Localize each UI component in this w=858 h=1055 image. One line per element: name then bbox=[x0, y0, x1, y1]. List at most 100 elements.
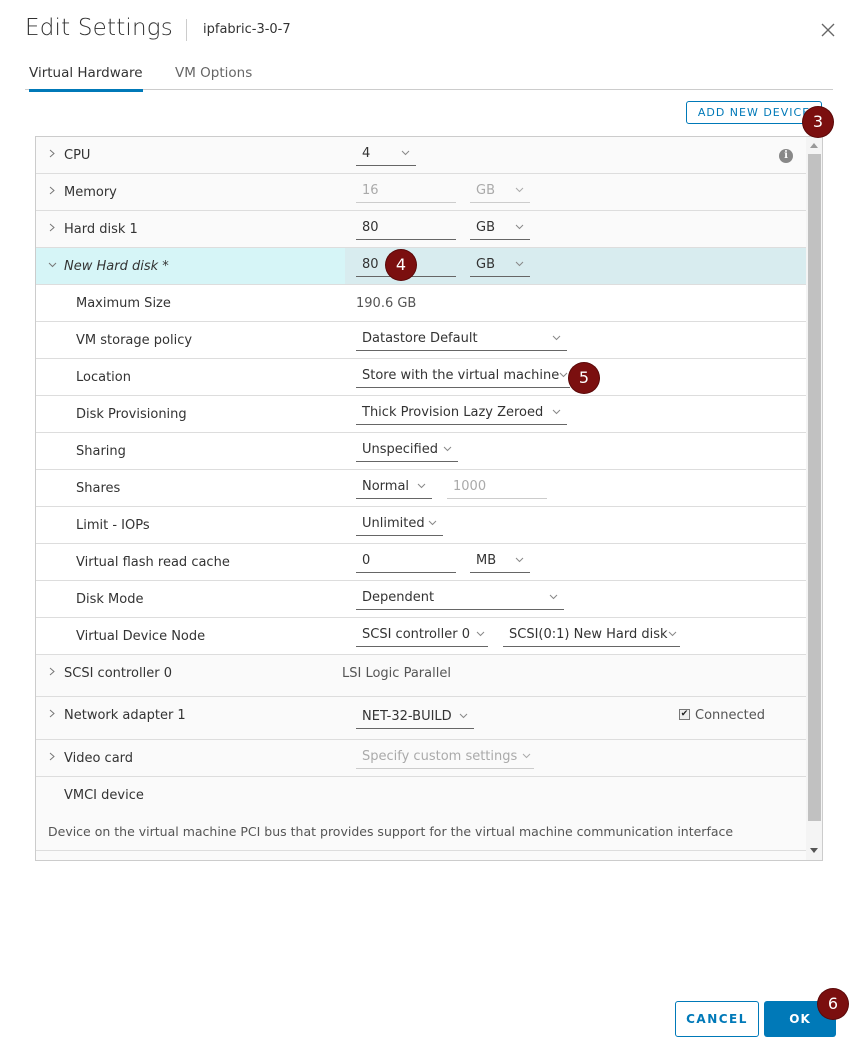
hard-disk-1-unit-select[interactable]: GB bbox=[470, 218, 530, 240]
virtual-device-node-label: Virtual Device Node bbox=[76, 629, 206, 644]
tab-virtual-hardware[interactable]: Virtual Hardware bbox=[29, 65, 143, 92]
add-new-device-button[interactable]: ADD NEW DEVICE bbox=[686, 101, 822, 124]
disk-mode-select[interactable]: Dependent bbox=[356, 588, 564, 610]
new-hard-disk-label: New Hard disk * bbox=[64, 259, 169, 274]
cpu-label: CPU bbox=[64, 148, 91, 163]
scsi-controller-label: SCSI controller 0 bbox=[64, 666, 172, 681]
chevron-right-icon[interactable] bbox=[48, 223, 57, 232]
chevron-down-icon bbox=[515, 187, 524, 193]
chevron-down-icon bbox=[401, 150, 410, 156]
chevron-down-icon[interactable] bbox=[48, 260, 57, 269]
hardware-list: CPU 4 i Memory 16 GB Hard disk 1 80 GB N… bbox=[35, 136, 823, 861]
detail-row-max-size: Maximum Size 190.6 GB bbox=[36, 285, 806, 322]
sharing-select[interactable]: Unspecified bbox=[356, 440, 458, 462]
max-size-value: 190.6 GB bbox=[356, 296, 417, 311]
shares-label: Shares bbox=[76, 481, 121, 496]
vmci-description: Device on the virtual machine PCI bus th… bbox=[48, 824, 734, 839]
sharing-label: Sharing bbox=[76, 444, 126, 459]
hardware-row-new-hard-disk: New Hard disk * 80 GB bbox=[36, 248, 806, 285]
tab-vm-options[interactable]: VM Options bbox=[175, 65, 252, 89]
disk-provisioning-select[interactable]: Thick Provision Lazy Zeroed bbox=[356, 403, 567, 425]
chevron-down-icon bbox=[559, 372, 568, 378]
vm-name: ipfabric-3-0-7 bbox=[203, 22, 291, 37]
network-adapter-label: Network adapter 1 bbox=[64, 708, 186, 723]
hard-disk-1-size-input[interactable]: 80 bbox=[356, 218, 456, 240]
dialog-title: Edit Settings bbox=[25, 15, 173, 41]
detail-row-limit-iops: Limit - IOPs Unlimited bbox=[36, 507, 806, 544]
connected-label: Connected bbox=[695, 708, 766, 723]
detail-row-shares: Shares Normal 1000 bbox=[36, 470, 806, 507]
cancel-button[interactable]: CANCEL bbox=[675, 1001, 759, 1037]
chevron-down-icon bbox=[549, 594, 558, 600]
scrollbar-thumb[interactable] bbox=[808, 154, 821, 821]
flash-cache-label: Virtual flash read cache bbox=[76, 555, 230, 570]
scroll-up-arrow-icon[interactable] bbox=[810, 143, 818, 148]
step-marker-6: 6 bbox=[818, 989, 848, 1019]
shares-select[interactable]: Normal bbox=[356, 477, 432, 499]
chevron-down-icon bbox=[552, 335, 561, 341]
step-marker-3: 3 bbox=[803, 107, 833, 137]
storage-policy-select[interactable]: Datastore Default bbox=[356, 329, 567, 351]
flash-cache-input[interactable]: 0 bbox=[356, 551, 456, 573]
location-select[interactable]: Store with the virtual machine bbox=[356, 366, 570, 388]
scrollbar[interactable] bbox=[806, 137, 822, 860]
video-card-select[interactable]: Specify custom settings bbox=[356, 747, 534, 769]
chevron-down-icon bbox=[515, 557, 524, 563]
limit-iops-label: Limit - IOPs bbox=[76, 518, 150, 533]
max-size-label: Maximum Size bbox=[76, 296, 171, 311]
chevron-right-icon[interactable] bbox=[48, 709, 57, 718]
chevron-right-icon[interactable] bbox=[48, 667, 57, 676]
detail-row-location: Location Store with the virtual machine bbox=[36, 359, 806, 396]
chevron-right-icon[interactable] bbox=[48, 186, 57, 195]
chevron-right-icon[interactable] bbox=[48, 752, 57, 761]
connected-checkbox[interactable]: ✔ bbox=[679, 709, 690, 720]
chevron-right-icon[interactable] bbox=[48, 149, 57, 158]
hardware-row-scsi-controller: SCSI controller 0 LSI Logic Parallel bbox=[36, 655, 806, 697]
shares-number-input[interactable]: 1000 bbox=[447, 477, 547, 499]
video-card-label: Video card bbox=[64, 751, 134, 766]
vmci-label: VMCI device bbox=[64, 788, 144, 803]
detail-row-disk-mode: Disk Mode Dependent bbox=[36, 581, 806, 618]
chevron-down-icon bbox=[428, 520, 437, 526]
chevron-down-icon bbox=[443, 446, 452, 452]
detail-row-storage-policy: VM storage policy Datastore Default bbox=[36, 322, 806, 359]
storage-policy-label: VM storage policy bbox=[76, 333, 193, 348]
device-node-select[interactable]: SCSI(0:1) New Hard disk bbox=[503, 625, 680, 647]
detail-row-virtual-device-node: Virtual Device Node SCSI controller 0 SC… bbox=[36, 618, 806, 655]
hardware-row-memory: Memory 16 GB bbox=[36, 174, 806, 211]
chevron-down-icon bbox=[476, 631, 485, 637]
scsi-controller-value: LSI Logic Parallel bbox=[342, 666, 451, 681]
new-hard-disk-unit-select[interactable]: GB bbox=[470, 255, 530, 277]
tab-bar: Virtual Hardware VM Options bbox=[25, 60, 833, 92]
detail-row-sharing: Sharing Unspecified bbox=[36, 433, 806, 470]
close-icon[interactable] bbox=[820, 22, 836, 38]
cpu-select[interactable]: 4 bbox=[356, 144, 416, 166]
hardware-row-vmci-device: VMCI device Device on the virtual machin… bbox=[36, 777, 806, 851]
hardware-row-video-card: Video card Specify custom settings bbox=[36, 740, 806, 777]
flash-cache-unit-select[interactable]: MB bbox=[470, 551, 530, 573]
disk-mode-label: Disk Mode bbox=[76, 592, 144, 607]
hardware-row-hard-disk-1: Hard disk 1 80 GB bbox=[36, 211, 806, 248]
title-separator bbox=[186, 19, 187, 41]
step-marker-4: 4 bbox=[386, 250, 416, 280]
memory-unit-select[interactable]: GB bbox=[470, 181, 530, 203]
detail-row-disk-provisioning: Disk Provisioning Thick Provision Lazy Z… bbox=[36, 396, 806, 433]
chevron-down-icon bbox=[515, 224, 524, 230]
network-select[interactable]: NET-32-BUILD bbox=[356, 707, 474, 729]
location-label: Location bbox=[76, 370, 131, 385]
memory-input[interactable]: 16 bbox=[356, 181, 456, 203]
info-icon[interactable]: i bbox=[779, 149, 793, 163]
chevron-down-icon bbox=[522, 753, 531, 759]
chevron-down-icon bbox=[459, 713, 468, 719]
memory-label: Memory bbox=[64, 185, 117, 200]
scroll-down-arrow-icon[interactable] bbox=[810, 848, 818, 853]
chevron-down-icon bbox=[417, 483, 426, 489]
step-marker-5: 5 bbox=[569, 363, 599, 393]
hardware-row-network-adapter: Network adapter 1 NET-32-BUILD ✔ Connect… bbox=[36, 697, 806, 740]
hard-disk-1-label: Hard disk 1 bbox=[64, 222, 138, 237]
chevron-down-icon bbox=[552, 409, 561, 415]
chevron-down-icon bbox=[668, 631, 677, 637]
limit-iops-select[interactable]: Unlimited bbox=[356, 514, 443, 536]
device-node-controller-select[interactable]: SCSI controller 0 bbox=[356, 625, 488, 647]
detail-row-flash-cache: Virtual flash read cache 0 MB bbox=[36, 544, 806, 581]
